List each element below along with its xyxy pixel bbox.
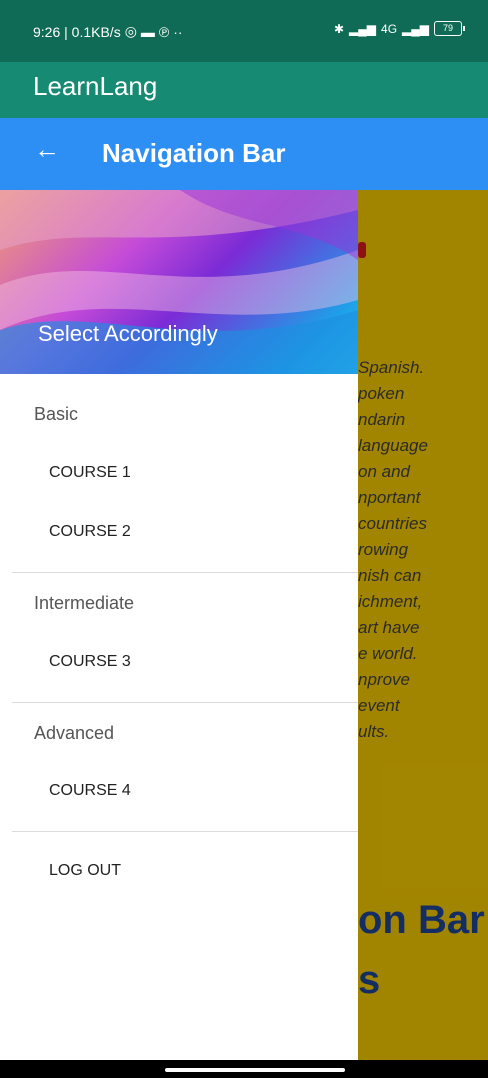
home-indicator[interactable]	[165, 1068, 345, 1072]
drawer-header: Select Accordingly	[0, 190, 358, 374]
pinterest-icon: ℗	[158, 23, 170, 40]
status-right: ✱ ▂▄▆ 4G ▂▄▆ 79	[333, 21, 465, 36]
battery-icon: 79	[434, 21, 465, 36]
status-dots: ··	[173, 23, 183, 40]
app-title: LearnLang	[33, 71, 158, 101]
menu-item-course-2[interactable]: COURSE 2	[49, 523, 131, 541]
navigation-drawer: Select Accordingly Basic COURSE 1 COURSE…	[0, 190, 358, 1060]
logout-button[interactable]: LOG OUT	[49, 862, 121, 880]
arrow-left-icon[interactable]: ←	[34, 134, 60, 165]
whatsapp-icon: ◎	[124, 23, 137, 39]
app-bar: LearnLang	[0, 62, 488, 118]
status-bar: 9:26 | 0.1KB/s ◎ ▬ ℗ ·· ✱ ▂▄▆ 4G ▂▄▆ 79	[0, 0, 488, 62]
drawer-header-title: Select Accordingly	[38, 321, 218, 346]
signal-icon-2: ▂▄▆	[402, 21, 429, 36]
page-title: Navigation Bar	[102, 138, 286, 168]
divider	[12, 831, 358, 832]
menu-item-course-3[interactable]: COURSE 3	[49, 653, 131, 671]
divider	[12, 572, 358, 573]
bluetooth-icon: ✱	[333, 21, 345, 36]
divider	[12, 702, 358, 703]
signal-icon: ▂▄▆	[349, 21, 377, 36]
drawer-scrim[interactable]	[358, 190, 488, 1060]
system-navigation-bar	[0, 1060, 488, 1078]
menu-item-course-4[interactable]: COURSE 4	[49, 782, 131, 800]
status-left: 9:26 | 0.1KB/s ◎ ▬ ℗ ··	[33, 23, 183, 40]
status-time: 9:26 | 0.1KB/s	[33, 23, 121, 40]
message-icon: ▬	[140, 23, 155, 40]
network-label: 4G	[381, 21, 398, 36]
section-label-intermediate: Intermediate	[34, 593, 135, 613]
section-label-advanced: Advanced	[34, 723, 115, 743]
navigation-bar: ← Navigation Bar	[0, 118, 488, 190]
menu-item-course-1[interactable]: COURSE 1	[49, 464, 131, 482]
section-label-basic: Basic	[34, 404, 79, 424]
